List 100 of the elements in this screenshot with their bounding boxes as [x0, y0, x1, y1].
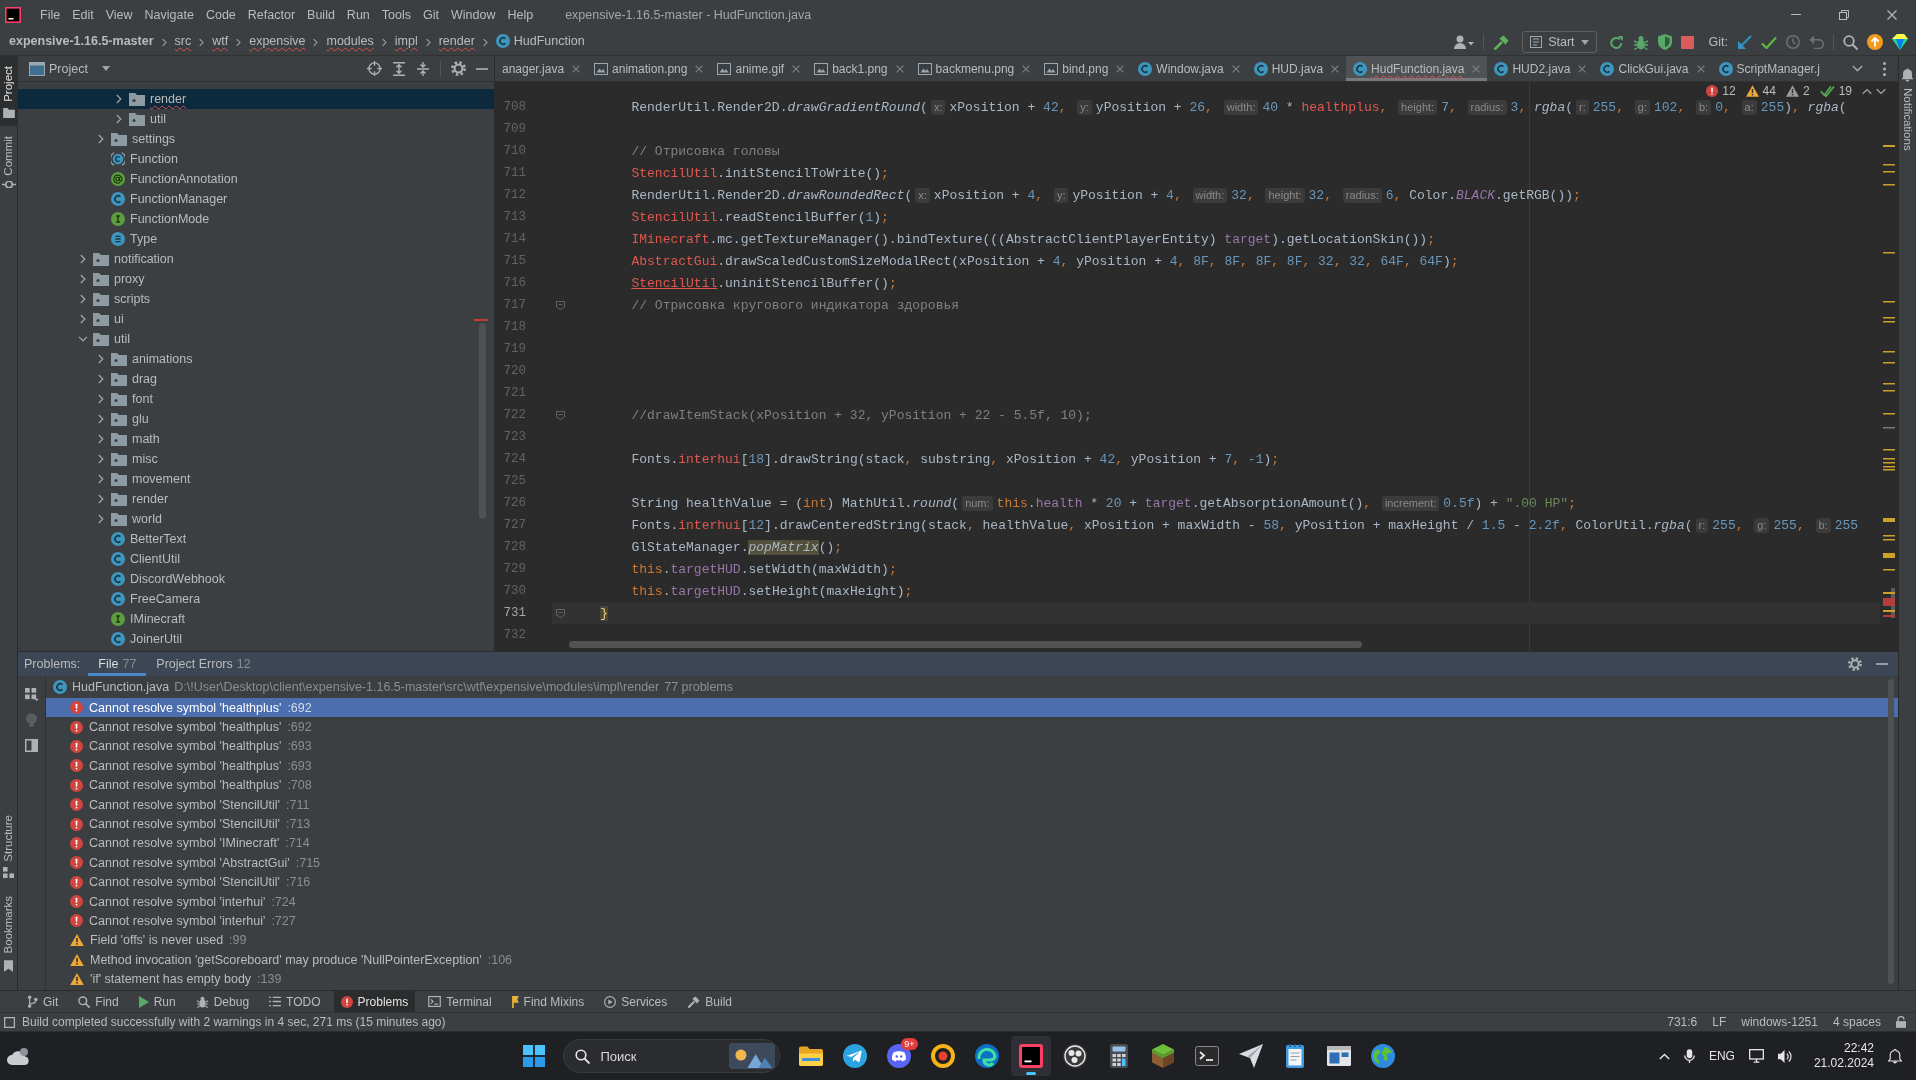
cloud-icon[interactable] [6, 1047, 30, 1065]
menu-item[interactable]: File [34, 5, 67, 24]
chevron-right-icon[interactable] [98, 134, 104, 144]
tool-window-button[interactable]: Build [680, 991, 739, 1012]
chevron-right-icon[interactable] [98, 514, 104, 524]
tree-item[interactable]: drag [18, 369, 494, 389]
chevron-right-icon[interactable] [116, 114, 122, 124]
chevron-right-icon[interactable] [98, 394, 104, 404]
menu-item[interactable]: Run [340, 5, 376, 24]
problem-item[interactable]: Field 'offs' is never used :99 [46, 930, 1898, 951]
monitor-icon[interactable] [1748, 1049, 1764, 1063]
view-dropdown[interactable]: Project [49, 61, 110, 76]
side-tab[interactable]: Structure [0, 804, 17, 887]
side-tab[interactable]: Bookmarks [0, 886, 17, 980]
clock-icon[interactable] [1786, 35, 1800, 49]
speaker-icon[interactable] [1777, 1048, 1792, 1064]
tool-window-button[interactable]: Terminal [421, 991, 499, 1012]
tree-item[interactable]: FunctionAnnotation [18, 169, 494, 189]
side-tab[interactable]: Commit [0, 125, 17, 197]
chevron-right-icon[interactable] [98, 474, 104, 484]
tree-item[interactable]: util [18, 329, 494, 349]
close-icon[interactable] [1578, 64, 1587, 73]
problem-item[interactable]: Cannot resolve symbol 'healthplus' :708 [46, 775, 1898, 795]
file-node[interactable]: HudFunction.java D:\!User\Desktop\client\expensive-1.16.5-master\src\wtf\expensive\modules\impl\render 77 problems [46, 676, 1898, 698]
tool-window-button[interactable]: Run [131, 991, 183, 1012]
checkmark-icon[interactable] [1761, 35, 1777, 49]
editor-tab[interactable]: Window.java [1131, 56, 1247, 81]
chevron-right-icon[interactable] [116, 94, 122, 104]
editor-tab[interactable]: ScriptManager.j [1711, 56, 1827, 81]
tool-window-button[interactable]: Services [597, 991, 675, 1012]
search-icon[interactable] [1843, 34, 1858, 50]
chevron-down-icon[interactable] [78, 336, 88, 342]
app-logo-icon[interactable] [5, 6, 21, 23]
hammer-icon[interactable] [1493, 34, 1510, 50]
calculator-icon[interactable] [1109, 1044, 1128, 1068]
problem-item[interactable]: Method invocation 'getScoreboard' may produce 'NullPointerException' :106 [46, 950, 1898, 970]
chevron-right-icon[interactable] [80, 314, 86, 324]
paper-plane-icon[interactable] [1238, 1044, 1263, 1068]
problem-item[interactable]: Cannot resolve symbol 'healthplus' :693 [46, 736, 1898, 757]
menu-item[interactable]: Window [444, 5, 502, 24]
horizontal-scrollbar[interactable] [569, 641, 1362, 648]
side-tab[interactable]: Project [0, 56, 17, 126]
panel-tab[interactable]: Project Errors 12 [146, 652, 261, 676]
minimize-icon[interactable] [476, 67, 488, 70]
tree-item[interactable]: glu [18, 409, 494, 429]
close-icon[interactable] [1887, 9, 1897, 20]
menu-item[interactable]: Navigate [138, 5, 200, 24]
square-icon[interactable] [4, 1016, 15, 1028]
chevron-right-icon[interactable] [98, 414, 104, 424]
close-icon[interactable] [695, 64, 704, 73]
fold-marker-icon[interactable] [556, 608, 565, 618]
close-icon[interactable] [895, 64, 904, 73]
tree-item[interactable]: JoinerUtil [18, 629, 494, 649]
fold-marker-icon[interactable] [556, 410, 565, 420]
user-dropdown-icon[interactable] [1454, 35, 1475, 49]
editor-tab[interactable]: backmenu.png [910, 56, 1038, 81]
problem-item[interactable]: Cannot resolve symbol 'IMinecraft' :714 [46, 833, 1898, 854]
restore-icon[interactable] [1839, 9, 1849, 20]
chevron-right-icon[interactable] [80, 294, 86, 304]
microphone-icon[interactable] [1683, 1049, 1695, 1063]
window-icon[interactable] [1326, 1046, 1351, 1066]
editor-tab[interactable]: animation.png [587, 56, 711, 81]
fold-marker-icon[interactable] [556, 300, 565, 310]
editor-tab[interactable]: bind.png [1037, 56, 1132, 81]
close-icon[interactable] [1116, 64, 1125, 73]
tree-item[interactable]: settings [18, 129, 494, 149]
language-indicator[interactable]: ENG [1708, 1049, 1735, 1063]
crosshair-icon[interactable] [367, 61, 382, 76]
layout-icon[interactable] [25, 739, 38, 752]
tree-item[interactable]: ui [18, 309, 494, 329]
paper-plane-icon[interactable] [842, 1044, 867, 1068]
tree-item[interactable]: Type [18, 229, 494, 249]
problem-item[interactable]: Cannot resolve symbol 'healthplus' :692 [46, 698, 1898, 718]
tree-item[interactable]: notification [18, 249, 494, 269]
menu-item[interactable]: Build [301, 5, 341, 24]
settings-icon[interactable] [451, 61, 466, 76]
problem-item[interactable]: Cannot resolve symbol 'interhui' :727 [46, 911, 1898, 931]
editor-tab[interactable]: back1.png [807, 56, 911, 81]
gem-icon[interactable] [1892, 34, 1908, 50]
circular-arrow-icon[interactable] [1609, 35, 1624, 49]
bug-icon[interactable] [1632, 34, 1649, 50]
tool-window-button[interactable]: Find [71, 991, 126, 1012]
editor-tab[interactable]: anager.java [495, 56, 588, 81]
problem-item[interactable]: Cannot resolve symbol 'healthplus' :693 [46, 756, 1898, 776]
grid-dropdown-icon[interactable] [24, 688, 39, 701]
chevron-right-icon[interactable] [98, 434, 104, 444]
chevron-right-icon[interactable] [98, 354, 104, 364]
problem-item[interactable]: Cannot resolve symbol 'AbstractGui' :715 [46, 853, 1898, 873]
tree-item[interactable]: world [18, 509, 494, 529]
tree-item[interactable]: animations [18, 349, 494, 369]
terminal-icon[interactable] [1194, 1046, 1219, 1066]
chevron-down-icon[interactable] [1876, 87, 1886, 95]
tree-item[interactable]: misc [18, 449, 494, 469]
editor-tab[interactable]: anime.gif [710, 56, 808, 81]
tool-window-button[interactable]: Problems [333, 991, 416, 1012]
caret-position[interactable]: 731:6 [1667, 1015, 1698, 1029]
bell-icon[interactable] [1888, 1048, 1902, 1064]
tree-item[interactable]: FreeCamera [18, 589, 494, 609]
breadcrumb[interactable]: expensive-1.16.5-master [9, 32, 154, 52]
taskbar-button[interactable] [1010, 1036, 1051, 1076]
